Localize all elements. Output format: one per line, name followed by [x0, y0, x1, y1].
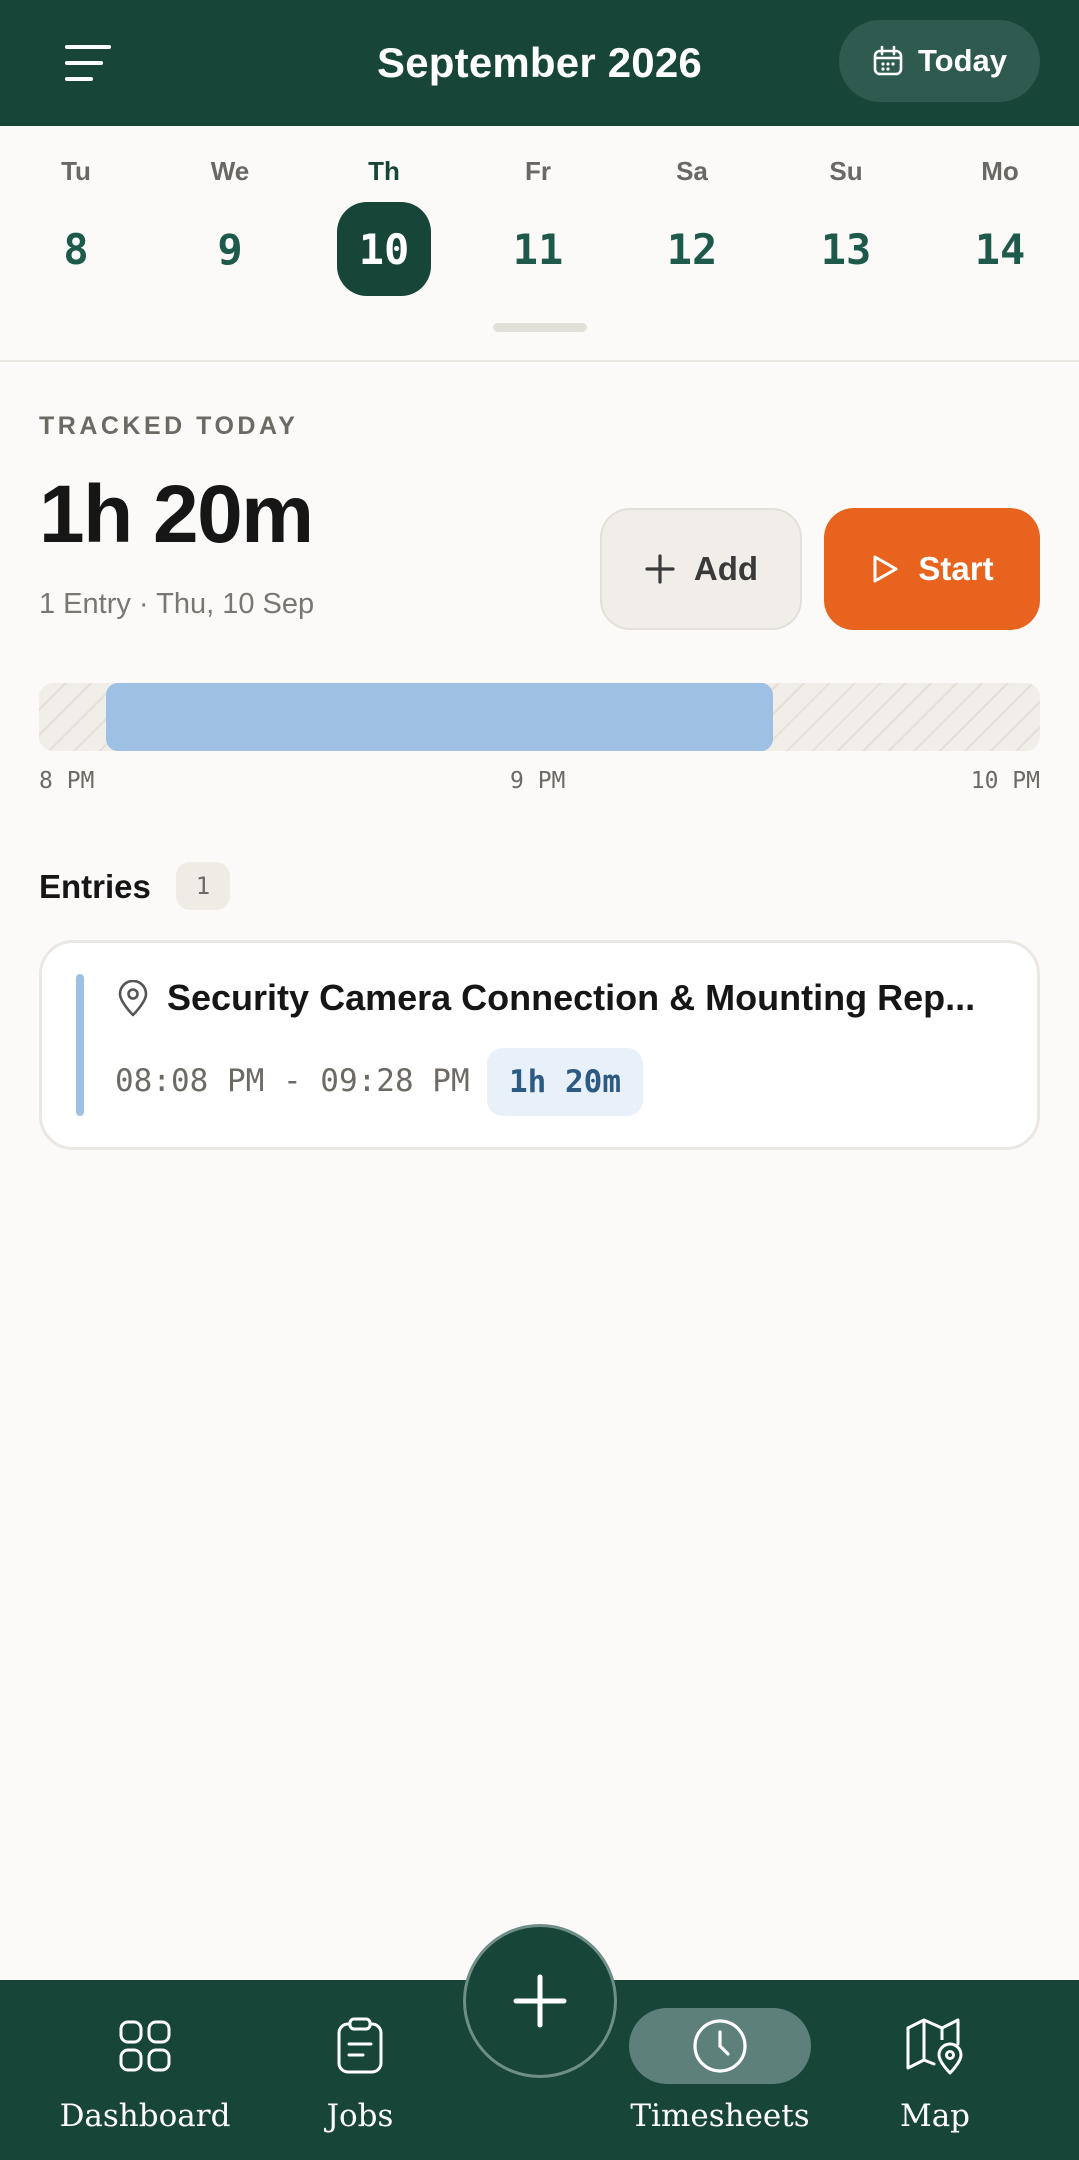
entry-accent-bar: [76, 974, 84, 1116]
page-title: September 2026: [377, 39, 702, 86]
nav-label: Jobs: [326, 2098, 394, 2134]
tracked-subtitle: 1 Entry · Thu, 10 Sep: [39, 588, 315, 620]
timeline-track: [39, 683, 1040, 751]
nav-jobs[interactable]: Jobs: [280, 1980, 440, 2160]
day-number: 9: [217, 224, 243, 274]
day-mo[interactable]: Mo 14: [940, 126, 1060, 326]
tracked-label: TRACKED TODAY: [39, 412, 299, 440]
day-name: Su: [829, 156, 863, 186]
day-tu[interactable]: Tu 8: [16, 126, 136, 326]
tracked-total: 1h 20m: [39, 469, 314, 560]
menu-button[interactable]: [50, 33, 126, 93]
day-name: Fr: [525, 156, 551, 186]
day-su[interactable]: Su 13: [786, 126, 906, 326]
nav-icon-wrap: [904, 2008, 966, 2084]
day-name: Tu: [61, 156, 91, 186]
location-pin-icon: [118, 980, 148, 1017]
clock-icon: [693, 2019, 747, 2073]
day-name: Sa: [676, 156, 708, 186]
day-number: 11: [512, 224, 564, 274]
entry-duration-badge: 1h 20m: [487, 1048, 643, 1116]
clipboard-icon: [337, 2017, 383, 2074]
nav-label: Map: [899, 2098, 971, 2134]
day-number: 10: [337, 202, 431, 296]
app-header: September 2026 Today: [0, 0, 1079, 126]
add-button[interactable]: Add: [600, 508, 802, 630]
entry-card[interactable]: Security Camera Connection & Mounting Re…: [39, 940, 1040, 1150]
today-button[interactable]: Today: [839, 20, 1040, 102]
play-icon: [873, 555, 898, 583]
nav-label: Timesheets: [630, 2098, 810, 2134]
nav-label: Dashboard: [59, 2098, 231, 2134]
day-fr[interactable]: Fr 11: [478, 126, 598, 326]
plus-icon: [513, 1974, 567, 2028]
day-we[interactable]: We 9: [170, 126, 290, 326]
add-fab-button[interactable]: [463, 1924, 617, 2078]
plus-icon: [645, 554, 675, 584]
menu-icon: [65, 45, 111, 81]
week-strip: Tu 8 We 9 Th 10 Fr 11 Sa 12 Su 13 Mo 14: [0, 126, 1079, 362]
today-label: Today: [918, 43, 1007, 78]
day-number: 13: [820, 224, 872, 274]
nav-icon-wrap: [117, 2008, 173, 2084]
tick-label: 9 PM: [510, 768, 566, 794]
tick-label: 10 PM: [970, 768, 1040, 794]
nav-timesheets[interactable]: Timesheets: [620, 1980, 820, 2160]
nav-dashboard[interactable]: Dashboard: [50, 1980, 240, 2160]
tick-label: 8 PM: [39, 768, 95, 794]
entries-title: Entries: [39, 868, 151, 905]
day-number: 12: [666, 224, 718, 274]
drag-handle[interactable]: [493, 323, 587, 332]
calendar-icon: [873, 45, 903, 76]
dashboard-icon: [119, 2020, 171, 2072]
timeline-entry-block[interactable]: [105, 683, 774, 751]
start-label: Start: [918, 550, 994, 587]
day-name: We: [210, 156, 250, 186]
day-name: Mo: [981, 156, 1019, 186]
entry-time-range: 08:08 PM - 09:28 PM: [115, 1063, 470, 1099]
day-sa[interactable]: Sa 12: [632, 126, 752, 326]
start-button[interactable]: Start: [824, 508, 1040, 630]
day-name: Th: [368, 156, 400, 186]
add-label: Add: [693, 550, 759, 587]
nav-icon-wrap-active: [629, 2008, 811, 2084]
entry-title: Security Camera Connection & Mounting Re…: [167, 977, 976, 1018]
map-pin-icon: [906, 2018, 963, 2075]
entries-count-badge: 1: [176, 862, 230, 910]
day-number: 14: [974, 224, 1026, 274]
nav-map[interactable]: Map: [860, 1980, 1010, 2160]
nav-icon-wrap: [335, 2008, 385, 2084]
day-number: 8: [63, 224, 89, 274]
day-th-selected[interactable]: Th 10: [324, 126, 444, 326]
